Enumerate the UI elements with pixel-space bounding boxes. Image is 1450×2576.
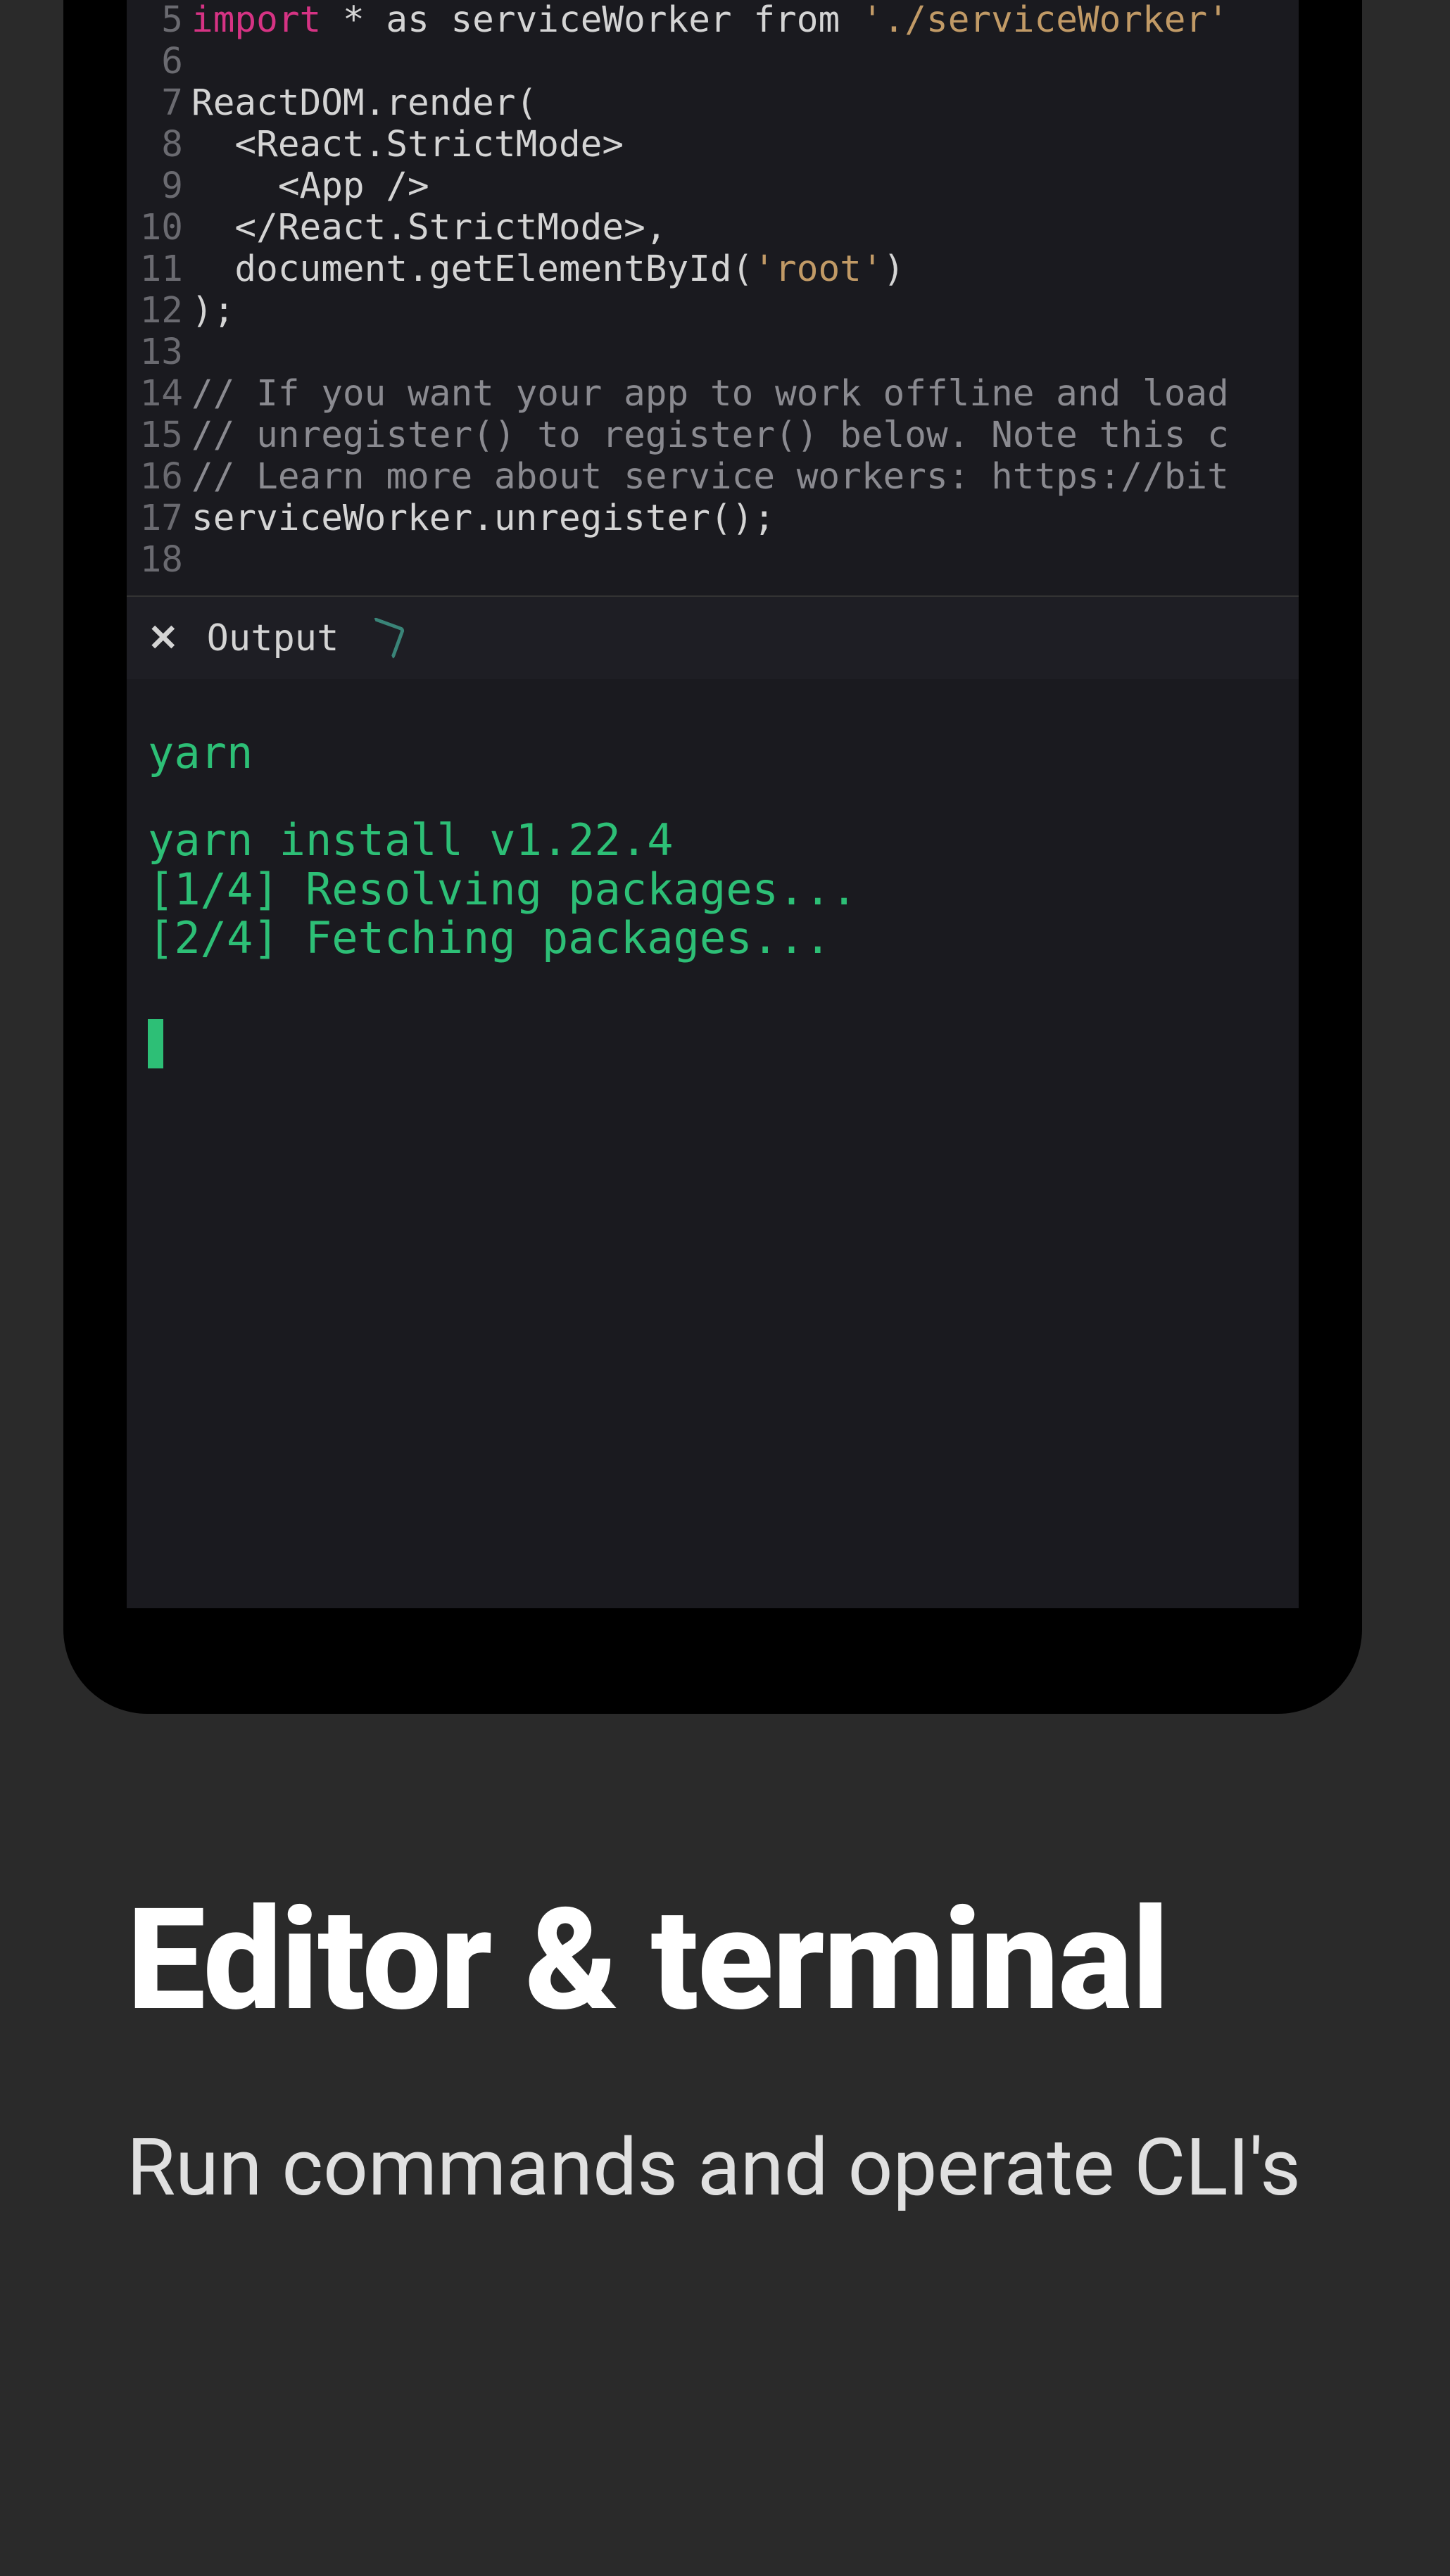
device-frame: 56789101112131415161718 import * as serv… [63, 0, 1362, 1714]
screen: 56789101112131415161718 import * as serv… [127, 0, 1299, 1608]
line-number-gutter: 56789101112131415161718 [127, 0, 191, 595]
code-line[interactable]: ReactDOM.render( [191, 83, 1299, 125]
code-line[interactable] [191, 540, 1299, 581]
line-number: 7 [127, 83, 183, 125]
code-line[interactable]: document.getElementById('root') [191, 249, 1299, 291]
page-subtitle: Run commands and operate CLI's [127, 2115, 1323, 2221]
code-line[interactable]: // Learn more about service workers: htt… [191, 457, 1299, 498]
code-line[interactable]: // If you want your app to work offline … [191, 374, 1299, 415]
code-line[interactable]: // unregister() to register() below. Not… [191, 415, 1299, 457]
line-number: 11 [127, 249, 183, 291]
line-number: 14 [127, 374, 183, 415]
line-number: 12 [127, 291, 183, 332]
code-line[interactable]: ); [191, 291, 1299, 332]
code-line[interactable]: <App /> [191, 166, 1299, 208]
code-content[interactable]: import * as serviceWorker from './servic… [191, 0, 1299, 595]
line-number: 17 [127, 498, 183, 540]
line-number: 18 [127, 540, 183, 581]
code-line[interactable] [191, 332, 1299, 374]
line-number: 13 [127, 332, 183, 374]
line-number: 9 [127, 166, 183, 208]
terminal-cursor [148, 1019, 163, 1068]
terminal-line: [1/4] Resolving packages... [148, 865, 1278, 914]
terminal-line: yarn install v1.22.4 [148, 816, 1278, 864]
line-number: 10 [127, 208, 183, 249]
line-number: 16 [127, 457, 183, 498]
loading-spinner-icon [362, 617, 406, 660]
code-line[interactable]: serviceWorker.unregister(); [191, 498, 1299, 540]
terminal-output[interactable]: yarn yarn install v1.22.4[1/4] Resolving … [127, 679, 1299, 1608]
terminal-line: [2/4] Fetching packages... [148, 914, 1278, 962]
output-panel-header: ✕ Output [127, 595, 1299, 679]
code-line[interactable]: <React.StrictMode> [191, 125, 1299, 166]
page-title: Editor & terminal [127, 1883, 1323, 2038]
code-line[interactable] [191, 42, 1299, 83]
line-number: 15 [127, 415, 183, 457]
line-number: 5 [127, 0, 183, 42]
terminal-line: yarn [148, 728, 1278, 777]
line-number: 8 [127, 125, 183, 166]
code-line[interactable]: import * as serviceWorker from './servic… [191, 0, 1299, 42]
output-panel-label: Output [207, 617, 339, 659]
line-number: 6 [127, 42, 183, 83]
marketing-copy: Editor & terminal Run commands and opera… [0, 1714, 1450, 2306]
close-icon[interactable]: ✕ [148, 617, 179, 659]
code-line[interactable]: </React.StrictMode>, [191, 208, 1299, 249]
code-editor[interactable]: 56789101112131415161718 import * as serv… [127, 0, 1299, 595]
terminal-line [148, 777, 1278, 816]
